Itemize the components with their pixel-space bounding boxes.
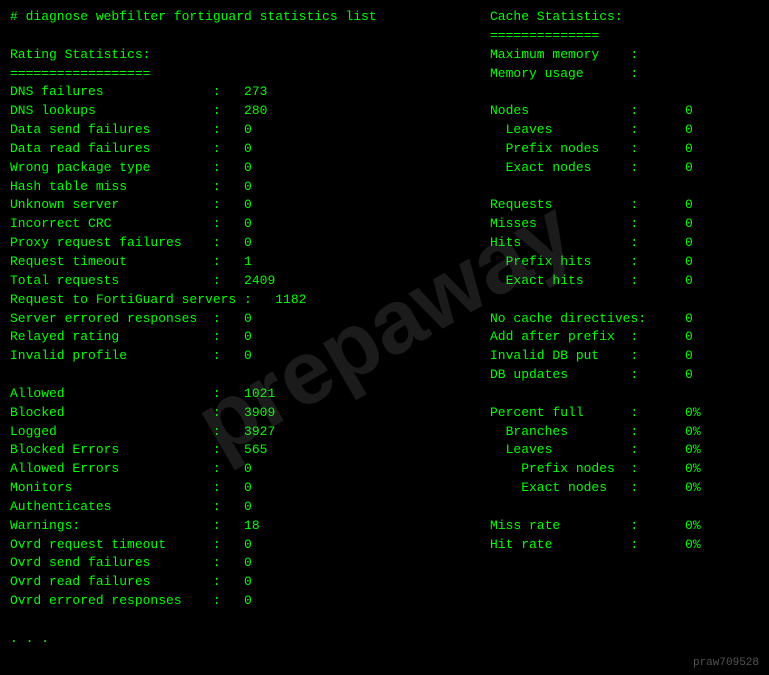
list-item: Incorrect CRC : 0 <box>10 215 490 234</box>
list-item: DNS failures : 273 <box>10 83 490 102</box>
list-item: Branches : 0% <box>490 423 769 442</box>
list-item: Blocked Errors : 565 <box>10 441 490 460</box>
right-column: Cache Statistics: ============== Maximum… <box>490 8 769 649</box>
list-item: Warnings: : 18 <box>10 517 490 536</box>
cache-stats-separator: ============== <box>490 27 769 46</box>
list-item: Nodes : 0 <box>490 102 769 121</box>
list-item: Ovrd read failures : 0 <box>10 573 490 592</box>
list-item: Server errored responses : 0 <box>10 310 490 329</box>
list-item: Total requests : 2409 <box>10 272 490 291</box>
list-item: Request to FortiGuard servers : 1182 <box>10 291 490 310</box>
left-column: # diagnose webfilter fortiguard statisti… <box>10 8 490 649</box>
list-item: Leaves : 0% <box>490 441 769 460</box>
blank-line <box>490 178 769 197</box>
list-item: Invalid DB put : 0 <box>490 347 769 366</box>
list-item: Prefix hits : 0 <box>490 253 769 272</box>
list-item: Data read failures : 0 <box>10 140 490 159</box>
list-item: Hits : 0 <box>490 234 769 253</box>
blank-line <box>10 611 490 630</box>
list-item: Ovrd request timeout : 0 <box>10 536 490 555</box>
list-item: Wrong package type : 0 <box>10 159 490 178</box>
blank-line <box>490 498 769 517</box>
list-item: DB updates : 0 <box>490 366 769 385</box>
list-item: Data send failures : 0 <box>10 121 490 140</box>
list-item: Maximum memory : <box>490 46 769 65</box>
list-item: DNS lookups : 280 <box>10 102 490 121</box>
list-item: Hit rate : 0% <box>490 536 769 555</box>
list-item: No cache directives: 0 <box>490 310 769 329</box>
footer-dots: . . . <box>10 630 490 649</box>
blank-line <box>10 27 490 46</box>
list-item: Percent full : 0% <box>490 404 769 423</box>
list-item: Prefix nodes : 0% <box>490 460 769 479</box>
list-item: Proxy request failures : 0 <box>10 234 490 253</box>
list-item: Leaves : 0 <box>490 121 769 140</box>
list-item: Allowed Errors : 0 <box>10 460 490 479</box>
list-item: Miss rate : 0% <box>490 517 769 536</box>
list-item: Ovrd send failures : 0 <box>10 554 490 573</box>
rating-stats-separator: ================== <box>10 65 490 84</box>
command-line: # diagnose webfilter fortiguard statisti… <box>10 8 490 27</box>
cache-stats-header: Cache Statistics: <box>490 8 769 27</box>
list-item: Blocked : 3909 <box>10 404 490 423</box>
list-item: Relayed rating : 0 <box>10 328 490 347</box>
rating-stats-header: Rating Statistics: <box>10 46 490 65</box>
list-item: Hash table miss : 0 <box>10 178 490 197</box>
list-item: Requests : 0 <box>490 196 769 215</box>
list-item: Exact nodes : 0% <box>490 479 769 498</box>
list-item: Monitors : 0 <box>10 479 490 498</box>
list-item: Memory usage : <box>490 65 769 84</box>
list-item: Request timeout : 1 <box>10 253 490 272</box>
list-item: Unknown server : 0 <box>10 196 490 215</box>
list-item: Authenticates : 0 <box>10 498 490 517</box>
list-item: Logged : 3927 <box>10 423 490 442</box>
list-item: Exact nodes : 0 <box>490 159 769 178</box>
list-item: Exact hits : 0 <box>490 272 769 291</box>
list-item: Add after prefix : 0 <box>490 328 769 347</box>
list-item: Prefix nodes : 0 <box>490 140 769 159</box>
list-item: Allowed : 1021 <box>10 385 490 404</box>
blank-line <box>490 385 769 404</box>
list-item: Invalid profile : 0 <box>10 347 490 366</box>
terminal-window: prepaway # diagnose webfilter fortiguard… <box>0 0 769 657</box>
blank-line <box>490 83 769 102</box>
list-item: Misses : 0 <box>490 215 769 234</box>
blank-line <box>490 291 769 310</box>
blank-line <box>10 366 490 385</box>
footer-id: praw709528 <box>693 657 759 669</box>
list-item: Ovrd errored responses : 0 <box>10 592 490 611</box>
